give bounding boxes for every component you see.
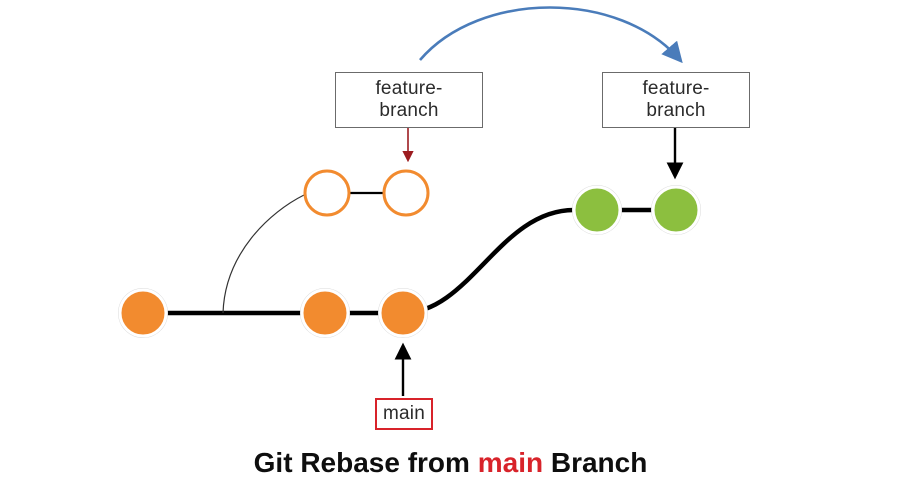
rebase-arc <box>420 8 680 61</box>
old-feature-label: feature-branch <box>335 72 483 128</box>
main-label: main <box>375 398 433 430</box>
old-feature-branchoff <box>223 195 304 313</box>
new-feature-label: feature-branch <box>602 72 750 128</box>
caption-highlight: main <box>478 447 543 478</box>
diagram-caption: Git Rebase from main Branch <box>0 447 901 479</box>
caption-pre: Git Rebase from <box>254 447 478 478</box>
diagram-stage: feature-branch feature-branch main Git R… <box>0 0 901 500</box>
rebase-connection-line <box>403 210 574 313</box>
caption-post: Branch <box>543 447 647 478</box>
